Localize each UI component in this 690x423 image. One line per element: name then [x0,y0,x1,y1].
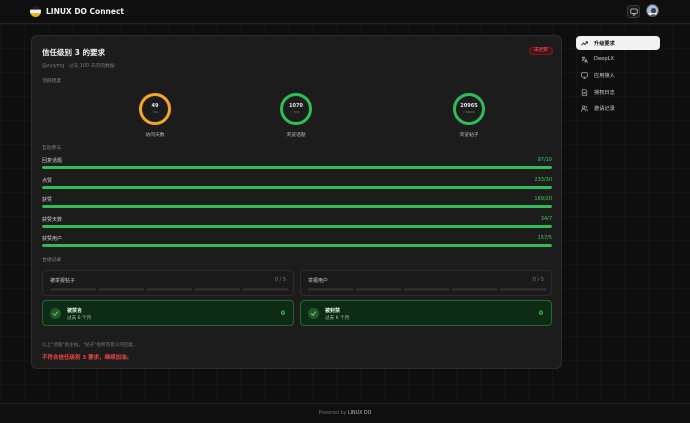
bar-likes-given: 点赞 233/30 [42,177,552,193]
progress-fill [42,205,552,208]
brand-link[interactable]: LINUX DO Connect [30,6,124,17]
silenced-box: 被禁言 过去 6 个月 0 [42,300,294,326]
bar-value: 169/20 [534,196,552,202]
ring-caption: 访问天数 [145,133,165,138]
ring-caption: 浏览帖子 [459,133,479,138]
sidebar-item-label: 升级要求 [594,40,615,47]
check-icon [50,308,61,319]
progress-track [42,244,552,247]
penalty-title: 被封禁 [325,308,341,314]
penalty-period: 过去 6 个月 [325,316,350,321]
progress-ring [139,93,171,125]
bar-value: 157/5 [537,235,552,241]
compliance-section-label: 合规记录 [42,258,62,263]
sidebar-item-deeplx[interactable]: DeepLX [576,52,660,66]
monitor-icon [629,8,638,15]
penalty-period: 过去 6 个月 [67,316,92,321]
interaction-section-label: 互动参与 [42,146,62,151]
flagged-by-users-box: 举报用户 0 / 5 [300,270,552,296]
violation-segments [308,288,546,291]
ring-requirement: / 50 [152,110,158,114]
bar-label: 获赞天数 [42,216,63,223]
ring-requirement: / 20000 [463,110,475,114]
sidebar-item-auth-log[interactable]: 授权日志 [576,85,660,99]
translate-icon [581,56,588,63]
flagged-posts-box: 被举报帖子 0 / 5 [42,270,294,296]
ring-topics-viewed: 1070 / 500 浏览话题 [266,92,326,140]
footer-text: Powered by LINUX DO [0,411,690,416]
footer-brand-link[interactable]: LINUX DO [348,411,371,416]
trending-up-icon [581,40,588,47]
footer-prefix: Powered by [318,411,347,416]
sidebar-item-label: 应用接入 [594,73,615,80]
bar-liked-users: 获赞用户 157/5 [42,235,552,251]
sidebar-item-label: 邀请记录 [594,106,615,113]
ring-value: 1070 [289,103,303,109]
bar-label: 获赞用户 [42,236,63,242]
sidebar-item-invites[interactable]: 邀请记录 [576,102,660,116]
card-subtitle: @zuiymg · 过去 100 天内的数据 [42,64,115,69]
top-navbar: LINUX DO Connect [0,0,690,24]
progress-fill [42,224,552,228]
theme-toggle-button[interactable] [627,5,640,18]
progress-fill [42,166,552,169]
page-title: 信任级别 3 的要求 [42,48,105,57]
ring-posts-viewed: 20965 / 20000 浏览帖子 [439,92,499,140]
bar-value: 233/30 [534,176,552,183]
violation-segments [50,288,288,291]
violation-count: 0 / 5 [274,277,286,283]
progress-ring [453,93,485,125]
sidebar-item-label: DeepLX [594,56,615,63]
sidebar-nav: 升级要求 DeepLX 应用接入 授权日志 邀请记录 [576,36,660,118]
bar-value: 97/10 [537,157,552,163]
progress-fill [42,185,552,189]
trust-level-card: 信任级别 3 的要求 未达到 @zuiymg · 过去 100 天内的数据 活跃… [31,35,562,369]
app-access-icon [581,72,588,79]
progress-track [42,224,552,228]
log-file-icon [581,88,588,96]
penalty-count: 0 [280,310,285,317]
page-footer: Powered by LINUX DO [0,403,690,423]
penalty-title: 被禁言 [67,308,83,314]
bar-replies: 回复话题 97/10 [42,157,552,173]
violation-label: 举报用户 [308,278,329,284]
bar-likes-received: 获赞 169/20 [42,196,552,212]
progress-track [42,166,552,169]
sidebar-item-label: 授权日志 [594,89,615,96]
violation-label: 被举报帖子 [50,278,76,284]
status-badge: 未达到 [529,47,553,55]
ring-value: 49 [151,103,159,109]
bar-label: 回复话题 [42,158,63,164]
progress-fill [42,244,552,247]
progress-track [42,185,552,189]
bar-value: 34/7 [540,215,552,222]
ring-visit-days: 49 / 50 访问天数 [125,92,185,140]
progress-ring [280,93,312,125]
ring-requirement: / 500 [292,110,300,114]
activity-section-label: 活跃程度 [42,79,62,84]
ring-caption: 浏览话题 [286,133,306,138]
progress-track [42,205,552,208]
ring-value: 20965 [460,103,478,109]
linuxdo-logo-icon [30,6,41,17]
brand-name: LINUX DO Connect [46,7,124,16]
user-avatar[interactable] [646,4,659,17]
bar-liked-days: 获赞天数 34/7 [42,216,552,232]
suspended-box: 被封禁 过去 6 个月 0 [300,300,552,326]
sidebar-item-app-access[interactable]: 应用接入 [576,69,660,83]
sidebar-item-upgrade[interactable]: 升级要求 [576,36,660,50]
violation-count: 0 / 5 [532,277,544,283]
check-icon [308,308,319,319]
requirement-warning: 不符合信任级别 3 要求，继续加油。 [42,355,133,361]
penalty-count: 0 [538,310,543,317]
users-icon [581,105,588,112]
bar-label: 点赞 [42,177,53,184]
bar-label: 获赞 [42,197,53,203]
definition-note: 以上"话题"指主帖，"帖子"指所有意义的回复。 [42,343,138,348]
